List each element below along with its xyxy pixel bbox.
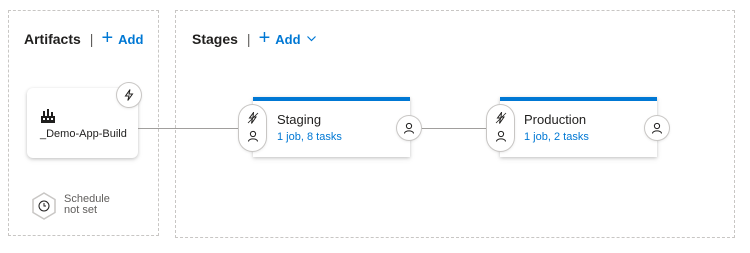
production-pre-deployment-conditions: [487, 105, 514, 151]
person-icon: [652, 122, 662, 134]
stage-card-staging[interactable]: Staging 1 job, 8 tasks: [253, 97, 410, 157]
add-artifact-label: Add: [118, 31, 144, 47]
stage-name: Production: [524, 112, 587, 127]
add-stage-button[interactable]: + Add: [258, 27, 316, 49]
artifacts-header: Artifacts | + Add: [24, 27, 144, 49]
artifact-name: _Demo-App-Build: [40, 128, 127, 140]
staging-pre-deployment-conditions: [239, 105, 266, 151]
header-separator: |: [246, 31, 251, 47]
stage-tasks-link[interactable]: 1 job, 2 tasks: [524, 131, 589, 143]
plus-icon: +: [101, 27, 114, 49]
lightning-person-icon: [247, 112, 258, 124]
pre-deployment-approvers-button[interactable]: [487, 127, 514, 145]
person-icon: [404, 122, 414, 134]
artifact-to-staging-connector: [138, 128, 239, 129]
schedule-status: Schedule not set: [64, 194, 110, 216]
lightning-icon: [124, 89, 134, 101]
stage-tasks-link[interactable]: 1 job, 8 tasks: [277, 131, 342, 143]
clock-icon: [32, 192, 56, 220]
staging-to-production-connector: [421, 128, 487, 129]
add-stage-label: Add: [275, 31, 301, 47]
pre-deployment-approvers-button[interactable]: [239, 127, 266, 145]
schedule-line2: not set: [64, 204, 98, 216]
artifacts-title: Artifacts: [24, 31, 81, 47]
stage-name: Staging: [277, 112, 322, 127]
pre-deployment-trigger-button[interactable]: [239, 109, 266, 127]
continuous-deployment-trigger-button[interactable]: [117, 83, 141, 107]
stage-card-production[interactable]: Production 1 job, 2 tasks: [500, 97, 657, 157]
person-icon: [247, 130, 258, 142]
staging-post-deployment-approvers-button[interactable]: [397, 116, 421, 140]
person-icon: [495, 130, 506, 142]
pre-deployment-trigger-button[interactable]: [487, 109, 514, 127]
production-post-deployment-approvers-button[interactable]: [645, 116, 669, 140]
schedule-button[interactable]: [31, 192, 57, 225]
plus-icon: +: [258, 27, 271, 49]
chevron-down-icon: [306, 34, 316, 45]
header-separator: |: [89, 31, 94, 47]
stages-header: Stages | + Add: [192, 27, 316, 49]
stages-title: Stages: [192, 31, 238, 47]
add-artifact-button[interactable]: + Add: [101, 27, 144, 49]
build-pipeline-icon: [40, 108, 56, 129]
lightning-person-icon: [495, 112, 506, 124]
